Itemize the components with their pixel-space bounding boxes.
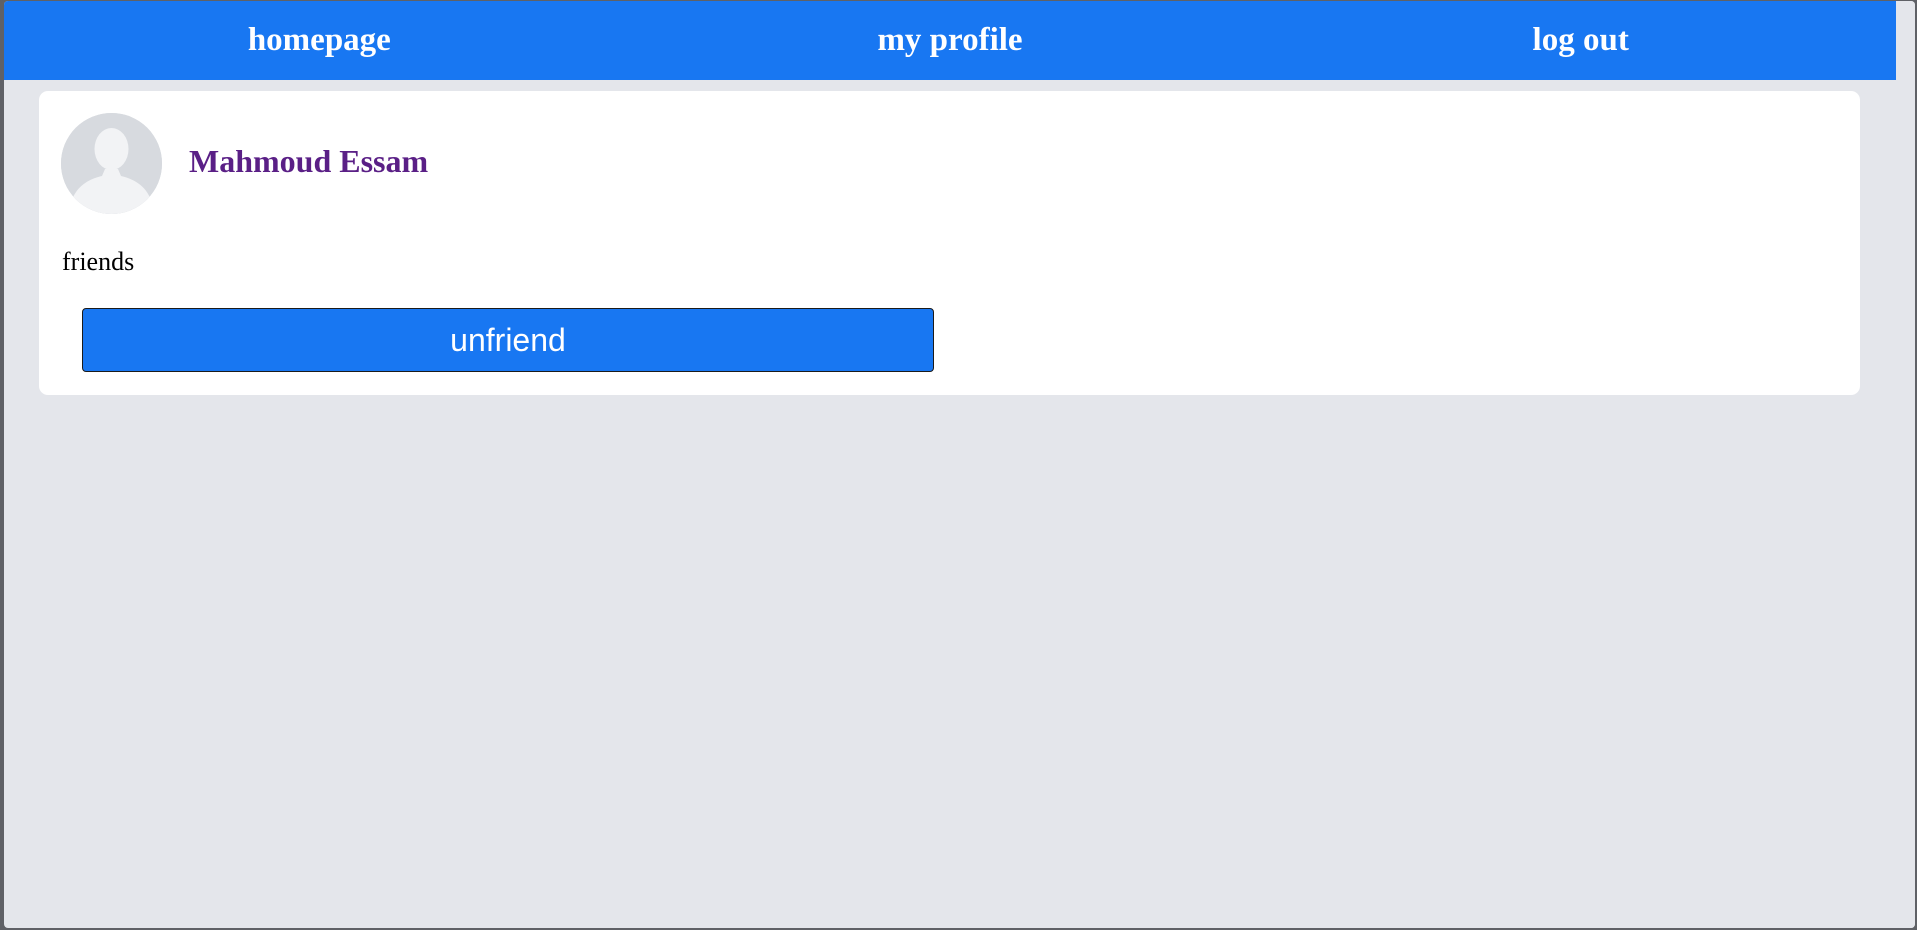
profile-name[interactable]: Mahmoud Essam <box>189 145 428 177</box>
profile-card: Mahmoud Essam friends unfriend <box>39 91 1860 395</box>
avatar <box>61 113 162 214</box>
unfriend-button[interactable]: unfriend <box>82 308 934 372</box>
default-user-silhouette-icon <box>61 113 162 214</box>
nav-log-out-link[interactable]: log out <box>1265 1 1896 80</box>
scrollbar-track[interactable] <box>1896 1 1915 928</box>
nav-homepage-link[interactable]: homepage <box>4 1 635 80</box>
browser-viewport: homepage my profile log out Mahmoud Essa… <box>4 1 1915 928</box>
nav-my-profile-link[interactable]: my profile <box>635 1 1266 80</box>
friendship-status: friends <box>62 247 135 276</box>
top-navbar: homepage my profile log out <box>4 1 1896 80</box>
